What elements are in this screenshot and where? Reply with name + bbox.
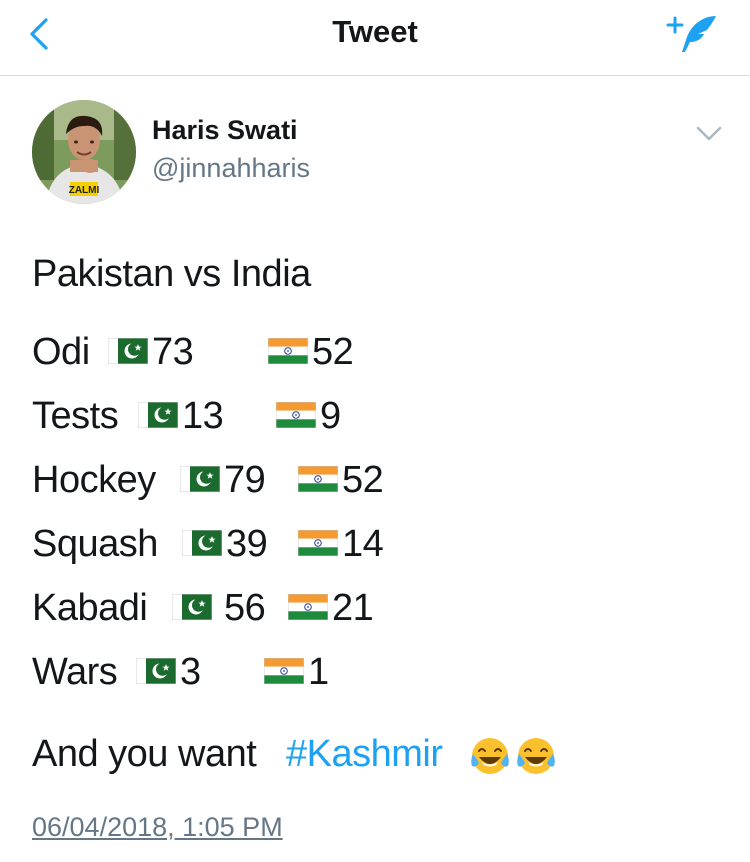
pakistan-score: 79	[224, 459, 266, 501]
stat-row-hockey: Hockey 79 52	[32, 458, 412, 502]
user-handle[interactable]: @jinnahharis	[152, 153, 310, 184]
avatar[interactable]: ZALMI	[32, 100, 136, 204]
pakistan-flag-icon	[138, 402, 178, 428]
stat-row-tests: Tests 13 9	[32, 394, 412, 438]
pakistan-score: 39	[226, 523, 268, 565]
sport-label: Tests	[32, 395, 119, 437]
india-score: 21	[332, 587, 374, 629]
india-score: 52	[312, 331, 354, 373]
india-flag-icon	[276, 402, 316, 428]
sport-label: Wars	[32, 651, 118, 693]
india-score: 52	[342, 459, 384, 501]
pakistan-score: 56	[224, 587, 266, 629]
pakistan-score: 3	[180, 651, 201, 693]
india-score: 9	[320, 395, 341, 437]
pakistan-flag-icon	[136, 658, 176, 684]
india-flag-icon	[268, 338, 308, 364]
india-flag-icon	[298, 466, 338, 492]
india-flag-icon	[264, 658, 304, 684]
stat-row-squash: Squash 39 14	[32, 522, 412, 566]
india-score: 14	[342, 523, 384, 565]
pakistan-score: 13	[182, 395, 224, 437]
compose-tweet-icon	[666, 16, 716, 52]
hashtag-link[interactable]: #Kashmir	[286, 732, 443, 776]
stat-row-wars: Wars 3 1	[32, 650, 412, 694]
avatar-shirt-text: ZALMI	[69, 185, 100, 196]
tweet-heading-text: Pakistan vs India	[32, 253, 311, 295]
pakistan-flag-icon	[182, 530, 222, 556]
tears-of-joy-emoji-icon	[468, 734, 512, 778]
tweet-timestamp[interactable]: 06/04/2018, 1:05 PM	[32, 812, 283, 843]
sport-label: Squash	[32, 523, 158, 565]
tweet-closing-line: And you want #Kashmir	[32, 732, 592, 776]
stat-row-kabadi: Kabadi 56 21	[32, 586, 412, 630]
pakistan-flag-icon	[172, 594, 212, 620]
page-title: Tweet	[332, 14, 418, 49]
user-display-name[interactable]: Haris Swati	[152, 115, 298, 146]
pakistan-score: 73	[152, 331, 194, 373]
pakistan-flag-icon	[108, 338, 148, 364]
profile-photo: ZALMI	[32, 100, 136, 204]
closing-text: And you want	[32, 733, 257, 775]
sport-label: Odi	[32, 331, 90, 373]
sport-label: Kabadi	[32, 587, 148, 629]
india-flag-icon	[298, 530, 338, 556]
chevron-down-icon	[696, 126, 722, 141]
sport-label: Hockey	[32, 459, 156, 501]
navigation-bar: Tweet	[0, 0, 750, 76]
tears-of-joy-emoji-icon	[514, 734, 558, 778]
stat-row-odi: Odi 73 52	[32, 330, 412, 374]
india-flag-icon	[288, 594, 328, 620]
india-score: 1	[308, 651, 329, 693]
pakistan-flag-icon	[180, 466, 220, 492]
tweet-options-button[interactable]	[694, 122, 724, 146]
compose-tweet-button[interactable]	[664, 10, 724, 58]
